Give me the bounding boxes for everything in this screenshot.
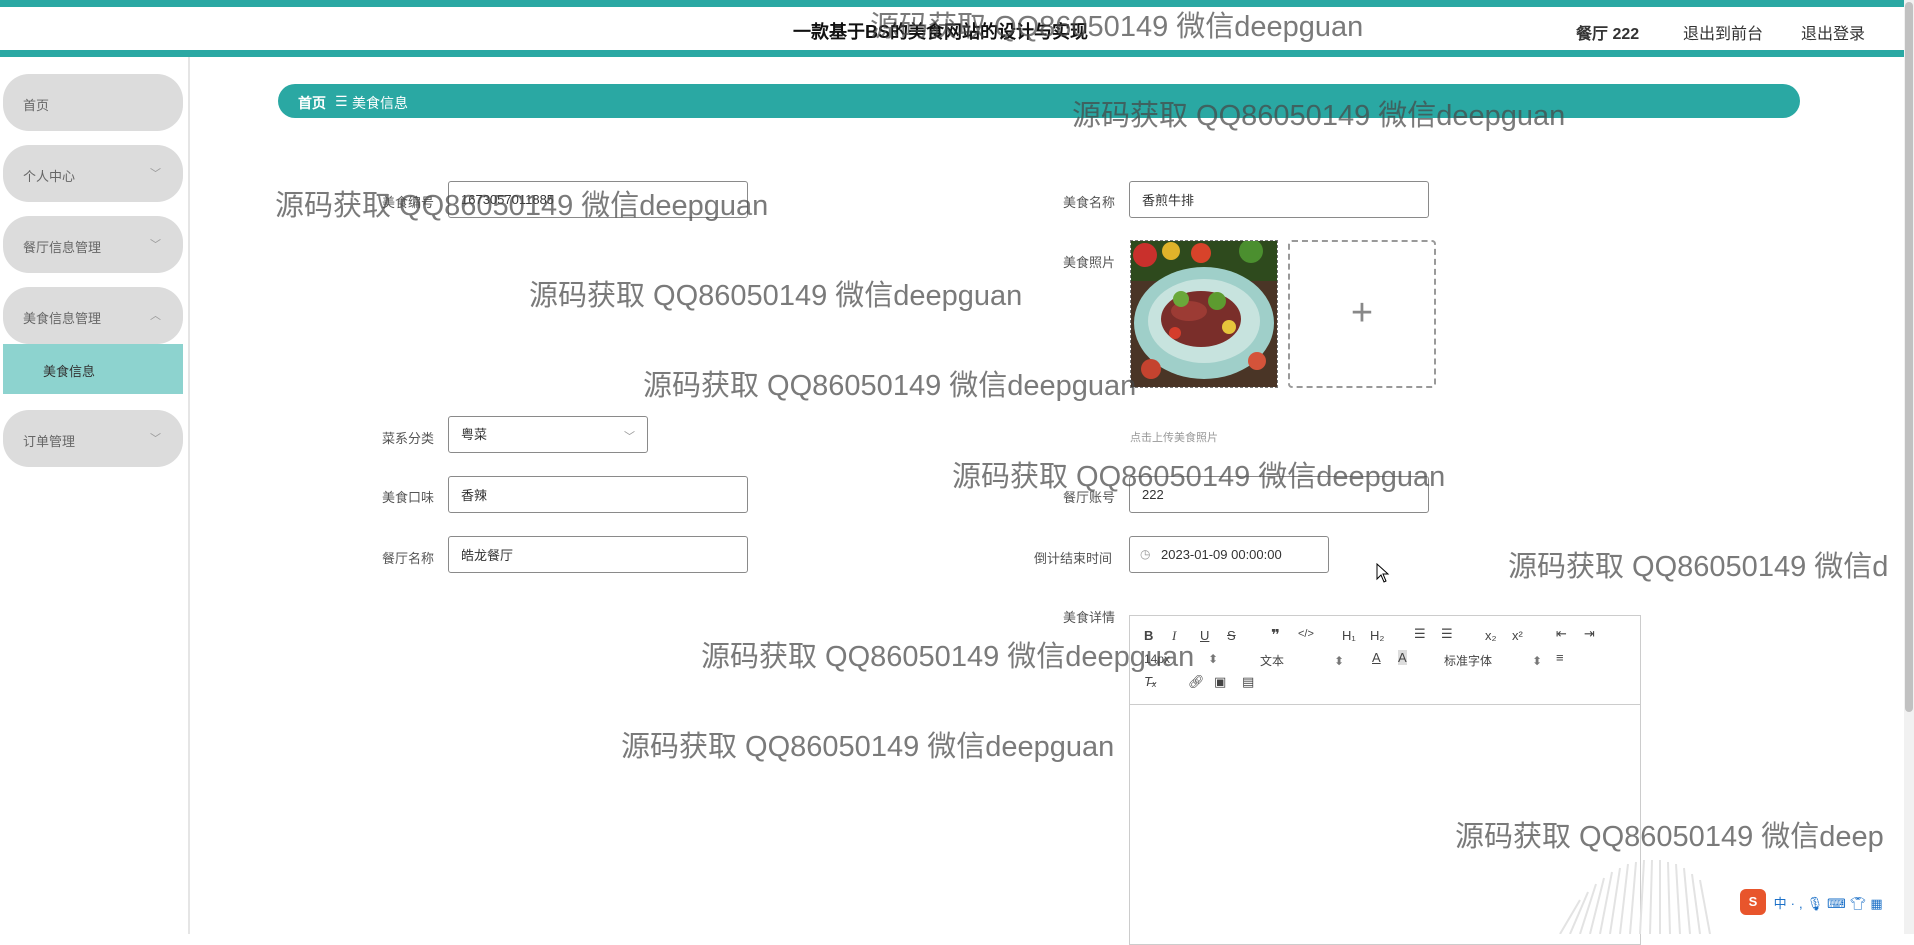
decorative-arcs <box>1559 859 1711 934</box>
indent-icon[interactable]: ⇥ <box>1584 626 1595 642</box>
cuisine-select[interactable]: 粤菜 <box>448 416 648 453</box>
restaurant-name-field[interactable] <box>448 536 748 573</box>
code-block-icon[interactable]: </> <box>1298 628 1314 640</box>
sidebar-item-label: 个人中心 <box>23 169 76 184</box>
restaurant-account-field[interactable] <box>1129 476 1429 513</box>
strikethrough-icon[interactable]: S <box>1227 628 1236 643</box>
bullet-list-icon[interactable]: ☰ <box>1441 626 1453 642</box>
header-accent-stripe <box>0 50 1904 57</box>
italic-icon[interactable]: I <box>1172 628 1176 644</box>
watermark: 源码获取 QQ86050149 微信deepguan <box>529 280 1023 312</box>
align-icon[interactable]: ≡ <box>1556 650 1564 665</box>
app-title: 一款基于BS的美食网站的设计与实现 <box>793 22 1089 42</box>
heading-select-value: 文本 <box>1260 654 1285 668</box>
mouse-cursor-icon <box>1376 563 1390 583</box>
breadcrumb-current: 美食信息 <box>352 95 408 111</box>
ime-lang-icon: 中 <box>1773 895 1791 911</box>
chevron-down-icon: ﹀ <box>150 239 161 251</box>
heading-2-icon[interactable]: H₂ <box>1370 628 1384 643</box>
clock-icon: ◷ <box>1140 547 1151 561</box>
photo-upload-button[interactable]: + <box>1288 240 1436 388</box>
food-no-label: 美食编号 <box>382 195 435 210</box>
sidebar: 首页 个人中心 ﹀ 餐厅信息管理 ﹀ 美食信息管理 ︿ 美食信息 订单管理 ﹀ <box>0 57 190 934</box>
cuisine-label: 菜系分类 <box>382 431 435 446</box>
heading-1-icon[interactable]: H₁ <box>1342 628 1356 643</box>
clear-format-icon[interactable]: T̶ₓ <box>1144 674 1157 689</box>
countdown-date-value: 2023-01-09 00:00:00 <box>1161 547 1282 562</box>
background-color-icon[interactable]: A <box>1398 650 1407 665</box>
logout-link[interactable]: 退出登录 <box>1801 20 1865 44</box>
top-accent-stripe <box>0 0 1904 7</box>
watermark: 源码获取 QQ86050149 微信deepguan <box>701 641 1195 673</box>
restaurant-name-label: 餐厅名称 <box>382 551 435 566</box>
countdown-end-label: 倒计结束时间 <box>1034 551 1113 566</box>
breadcrumb-separator-icon: ☰ <box>335 93 348 109</box>
ordered-list-icon[interactable]: ☰ <box>1414 626 1426 642</box>
sidebar-item-personal-center[interactable]: 个人中心 ﹀ <box>3 145 183 202</box>
sidebar-item-home[interactable]: 首页 <box>3 74 183 131</box>
bold-icon[interactable]: B <box>1144 628 1153 643</box>
watermark: 源码获取 QQ86050149 微信deepguan <box>643 370 1137 402</box>
food-photo-thumbnail[interactable] <box>1130 240 1278 388</box>
countdown-date-picker[interactable]: 2023-01-09 00:00:00 <box>1129 536 1329 573</box>
chevron-up-icon: ︿ <box>150 310 161 322</box>
sidebar-item-food-info[interactable]: 美食信息管理 ︿ <box>3 287 183 344</box>
sidebar-subitem-food-info[interactable]: 美食信息 <box>3 344 183 394</box>
sidebar-item-label: 首页 <box>23 98 50 113</box>
video-icon[interactable]: ▤ <box>1242 674 1254 690</box>
font-family-value: 标准字体 <box>1444 654 1493 668</box>
heading-select[interactable]: 文本 ⬍ <box>1260 652 1344 669</box>
watermark: 源码获取 QQ86050149 微信d <box>1508 551 1889 583</box>
food-name-label: 美食名称 <box>1063 195 1116 210</box>
taste-label: 美食口味 <box>382 490 435 505</box>
food-name-field[interactable] <box>1129 181 1429 218</box>
chevron-down-icon: ﹀ <box>150 168 161 180</box>
sidebar-item-orders[interactable]: 订单管理 ﹀ <box>3 410 183 467</box>
ime-icons: 中·,🎙︎⌨︎👕︎▦ <box>1773 895 1887 911</box>
chevron-down-icon: ﹀ <box>150 433 161 445</box>
ime-toolbar[interactable]: S 中·,🎙︎⌨︎👕︎▦ <box>1740 889 1887 917</box>
photo-upload-hint: 点击上传美食照片 <box>1130 432 1218 444</box>
sidebar-item-restaurant-info[interactable]: 餐厅信息管理 ﹀ <box>3 216 183 273</box>
photo-label: 美食照片 <box>1063 255 1116 270</box>
taste-field[interactable] <box>448 476 748 513</box>
sogou-logo-icon: S <box>1740 889 1766 915</box>
sidebar-item-label: 美食信息管理 <box>23 311 102 326</box>
blockquote-icon[interactable]: ❞ <box>1271 626 1280 644</box>
detail-label: 美食详情 <box>1063 610 1116 625</box>
chevron-down-icon: ﹀ <box>624 431 635 443</box>
outdent-icon[interactable]: ⇤ <box>1556 626 1567 642</box>
font-size-value: 14px <box>1144 652 1171 666</box>
food-photo-image <box>1131 241 1277 387</box>
current-user: 餐厅 222 <box>1576 26 1640 43</box>
font-family-select[interactable]: 标准字体 ⬍ <box>1444 652 1542 669</box>
superscript-icon[interactable]: x² <box>1512 628 1523 643</box>
image-icon[interactable]: ▣ <box>1214 674 1226 690</box>
editor-toolbar: B I U S ❞ </> H₁ H₂ ☰ ☰ x₂ x² ⇤ ⇥ 14px ⬍ … <box>1130 616 1640 705</box>
breadcrumb: 首页 ☰ 美食信息 <box>278 84 1800 118</box>
plus-icon: + <box>1350 292 1374 334</box>
scrollbar-thumb[interactable] <box>1905 2 1913 712</box>
link-icon[interactable]: 🔗︎ <box>1188 674 1205 690</box>
subscript-icon[interactable]: x₂ <box>1485 628 1497 643</box>
font-color-icon[interactable]: A <box>1372 650 1381 665</box>
select-arrow-icon: ⬍ <box>1532 654 1543 668</box>
restaurant-account-label: 餐厅账号 <box>1063 490 1116 505</box>
select-arrow-icon: ⬍ <box>1208 652 1219 666</box>
sidebar-item-label: 餐厅信息管理 <box>23 240 102 255</box>
font-size-select[interactable]: 14px ⬍ <box>1144 652 1218 666</box>
select-arrow-icon: ⬍ <box>1334 654 1345 668</box>
sidebar-subitem-label: 美食信息 <box>43 364 96 379</box>
underline-icon[interactable]: U <box>1200 628 1209 643</box>
sidebar-item-label: 订单管理 <box>23 434 76 449</box>
watermark: 源码获取 QQ86050149 微信deepguan <box>621 731 1115 763</box>
food-no-field[interactable] <box>448 181 748 218</box>
cuisine-selected-value: 粤菜 <box>461 427 488 442</box>
back-to-front-link[interactable]: 退出到前台 <box>1683 20 1763 44</box>
breadcrumb-home[interactable]: 首页 <box>298 93 326 113</box>
